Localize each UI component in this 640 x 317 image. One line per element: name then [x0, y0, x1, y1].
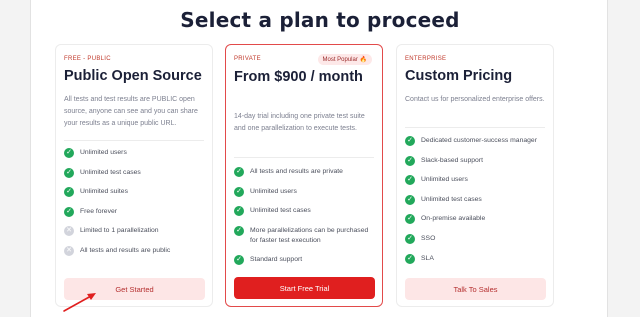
x-circle-icon: ✕	[64, 226, 74, 237]
feature-item: ✓ Unlimited suites	[64, 187, 208, 207]
talk-to-sales-button[interactable]: Talk To Sales	[405, 278, 546, 300]
feature-item: ✓ More parallelizations can be purchased …	[234, 225, 378, 255]
plan-name: Custom Pricing	[405, 68, 513, 84]
plan-name: Public Open Source	[64, 68, 202, 84]
check-circle-icon: ✓	[64, 206, 74, 217]
check-circle-icon: ✓	[234, 225, 244, 236]
check-circle-icon: ✓	[405, 194, 415, 205]
check-circle-icon: ✓	[234, 206, 244, 217]
plan-description: Contact us for personalized enterprise o…	[405, 96, 545, 103]
check-circle-icon: ✓	[234, 186, 244, 197]
most-popular-badge: Most Popular 🔥	[317, 54, 372, 65]
feature-item: ✓ Unlimited test cases	[234, 206, 378, 226]
feature-item: ✓ Unlimited users	[405, 175, 549, 195]
feature-item: ✓ Unlimited users	[64, 148, 208, 168]
feature-item: ✓ All tests and results are private	[234, 167, 378, 187]
feature-item: ✓ SSO	[405, 233, 549, 254]
feature-item: ✓ Slack-based support	[405, 155, 549, 176]
divider	[64, 140, 204, 141]
plan-card-public: FREE - PUBLIC Public Open Source All tes…	[55, 44, 213, 307]
check-circle-icon: ✓	[64, 148, 74, 158]
x-circle-icon: ✕	[64, 245, 74, 256]
check-circle-icon: ✓	[64, 167, 74, 178]
plan-description: All tests and test results are PUBLIC op…	[64, 96, 198, 127]
plan-name: From $900 / month	[234, 69, 363, 85]
feature-list: ✓ All tests and results are private ✓ Unli…	[234, 167, 378, 274]
divider	[234, 157, 374, 158]
feature-item: ✓ Unlimited users	[234, 186, 378, 207]
divider	[405, 127, 545, 128]
feature-item: ✓ Unlimited test cases	[405, 194, 549, 215]
plan-card-enterprise: ENTERPRISE Custom Pricing Contact us for…	[396, 44, 554, 307]
annotation-arrow-icon	[63, 293, 96, 312]
check-circle-icon: ✓	[234, 167, 244, 177]
check-circle-icon: ✓	[405, 175, 415, 186]
check-circle-icon: ✓	[64, 187, 74, 198]
check-circle-icon: ✓	[405, 136, 415, 146]
check-circle-icon: ✓	[405, 233, 415, 244]
feature-item: ✕ Limited to 1 parallelization	[64, 226, 208, 246]
feature-list: ✓ Unlimited users ✓ Unlimited test cases ✓…	[64, 148, 208, 266]
feature-item: ✕ All tests and results are public	[64, 245, 208, 266]
page-title: Select a plan to proceed	[180, 8, 460, 32]
plan-tier: PRIVATE	[234, 56, 261, 62]
start-free-trial-button[interactable]: Start Free Trial	[234, 277, 375, 299]
check-circle-icon: ✓	[234, 254, 244, 265]
feature-item: ✓ Unlimited test cases	[64, 167, 208, 188]
check-circle-icon: ✓	[405, 155, 415, 166]
feature-item: ✓ On-premise available	[405, 214, 549, 234]
plan-tier: ENTERPRISE	[405, 56, 447, 62]
plan-description: 14-day trial including one private test …	[234, 113, 365, 132]
plan-card-private: PRIVATE Most Popular 🔥 From $900 / month…	[225, 44, 383, 307]
feature-item: ✓ Standard support	[234, 254, 378, 275]
check-circle-icon: ✓	[405, 253, 415, 264]
feature-list: ✓ Dedicated customer-success manager ✓ Sla…	[405, 136, 549, 273]
feature-item: ✓ Free forever	[64, 206, 208, 227]
plan-tier: FREE - PUBLIC	[64, 56, 111, 62]
feature-item: ✓ SLA	[405, 253, 549, 274]
feature-item: ✓ Dedicated customer-success manager	[405, 136, 549, 156]
check-circle-icon: ✓	[405, 214, 415, 225]
